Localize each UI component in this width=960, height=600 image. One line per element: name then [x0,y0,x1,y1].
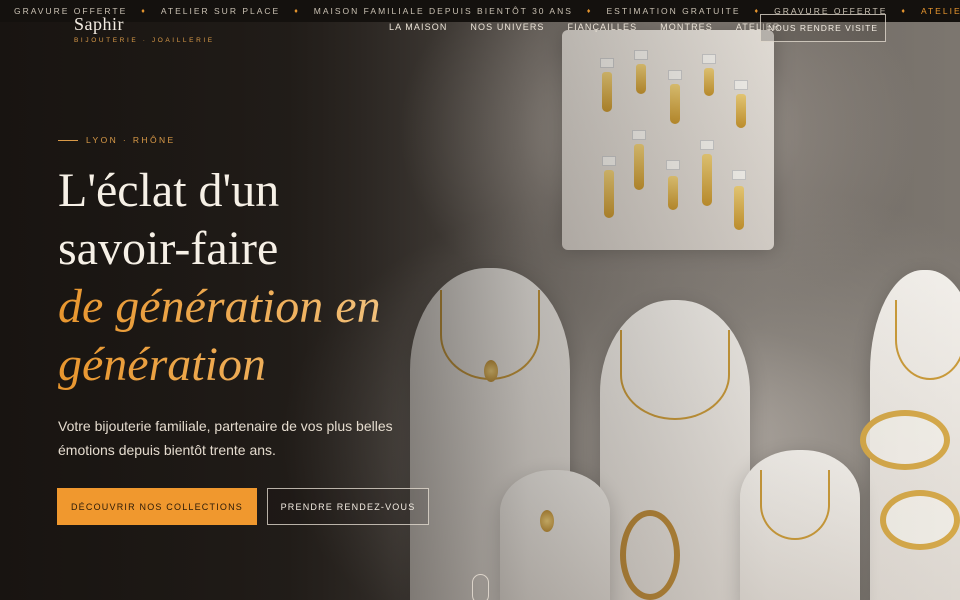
nav-item-fiancailles[interactable]: FIANÇAILLES [568,22,638,32]
site-header: Saphir BIJOUTERIE · JOAILLERIE LA MAISON… [0,10,960,46]
main-nav: LA MAISON NOS UNIVERS FIANÇAILLES MONTRE… [389,22,803,32]
book-appointment-button[interactable]: PRENDRE RENDEZ-VOUS [267,488,429,525]
hero-title-line: savoir-faire [58,222,279,275]
nav-item-montres[interactable]: MONTRES [660,22,713,32]
hero-title-accent: de génération en [58,278,478,336]
nav-item-nos-univers[interactable]: NOS UNIVERS [470,22,544,32]
brand-logo[interactable]: Saphir BIJOUTERIE · JOAILLERIE [74,14,215,44]
brand-tagline: BIJOUTERIE · JOAILLERIE [74,37,215,44]
hero-description: Votre bijouterie familiale, partenaire d… [58,418,393,458]
hero-title-line: L'éclat d'un [58,164,280,217]
scroll-mouse-icon[interactable] [472,574,489,600]
discover-collections-button[interactable]: DÉCOUVRIR NOS COLLECTIONS [57,488,257,525]
brand-name: Saphir [74,14,124,34]
nav-item-la-maison[interactable]: LA MAISON [389,22,447,32]
visit-us-button[interactable]: NOUS RENDRE VISITE [760,14,886,42]
eyebrow-divider [58,139,78,141]
hero-eyebrow: LYON · RHÔNE [58,135,176,145]
hero-location: LYON · RHÔNE [86,135,176,145]
hero-title: L'éclat d'un savoir-faire de génération … [58,162,478,394]
hero-title-accent: génération [58,336,478,394]
